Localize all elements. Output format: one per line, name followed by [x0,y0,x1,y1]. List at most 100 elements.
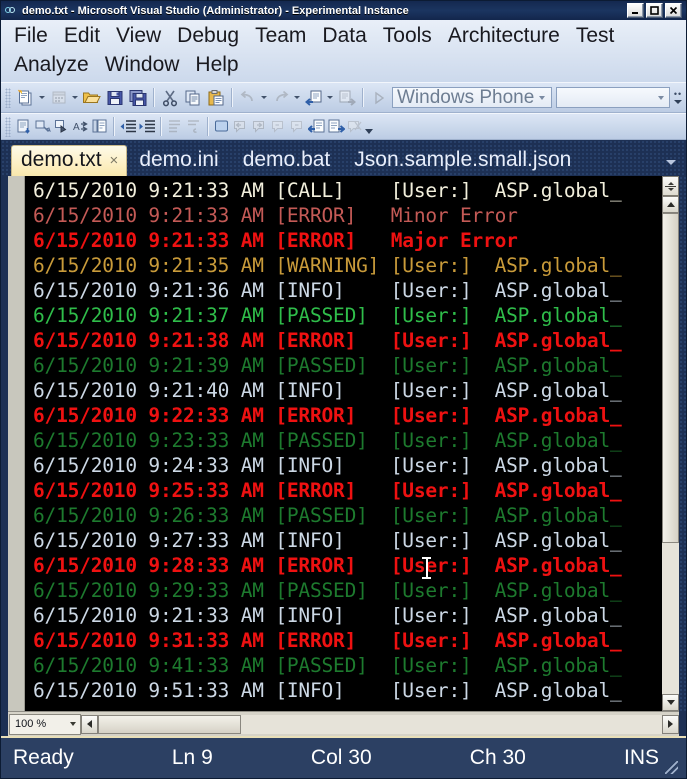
editor-zoom-chevron-down-icon[interactable] [66,722,80,726]
toolbar-grip[interactable] [5,116,11,137]
editor-line[interactable]: 6/15/2010 9:28:33 AM [ERROR] [User:] ASP… [25,553,661,578]
tab-demo-ini[interactable]: demo.ini [127,145,230,176]
editor-indicator-margin[interactable] [8,176,25,711]
copy-icon[interactable] [181,86,204,109]
menu-item-window[interactable]: Window [98,50,187,79]
save-icon[interactable] [103,86,126,109]
editor-line[interactable]: 6/15/2010 9:23:33 AM [PASSED] [User:] AS… [25,428,661,453]
editor-line[interactable]: 6/15/2010 9:21:33 AM [INFO] [User:] ASP.… [25,603,661,628]
editor-line[interactable]: 6/15/2010 9:51:33 AM [INFO] [User:] ASP.… [25,678,661,703]
tab-close-icon[interactable]: × [110,153,119,168]
menu-item-data[interactable]: Data [315,21,373,50]
solution-platform-chevron-down-icon[interactable] [536,89,549,106]
undo-dropdown-arrow-icon[interactable] [259,86,269,109]
editor-line[interactable]: 6/15/2010 9:31:33 AM [ERROR] [User:] ASP… [25,628,661,653]
editor-line[interactable]: 6/15/2010 9:21:33 AM [ERROR] Minor Error [25,203,661,228]
undo-icon[interactable] [236,86,259,109]
solution-configuration-chevron-down-icon[interactable] [654,89,667,106]
editor-line[interactable]: 6/15/2010 9:26:33 AM [PASSED] [User:] AS… [25,503,661,528]
editor-line[interactable]: 6/15/2010 9:21:39 AM [PASSED] [User:] AS… [25,353,661,378]
next-bookmark-in-document-icon[interactable] [326,115,345,138]
menu-item-analyze[interactable]: Analyze [7,50,96,79]
menu-item-help[interactable]: Help [188,50,245,79]
view-whitespace-icon[interactable] [90,115,109,138]
redo-icon[interactable] [269,86,292,109]
scroll-up-arrow-icon[interactable] [662,196,679,213]
previous-bookmark-in-document-icon[interactable] [307,115,326,138]
vertical-scroll-thumb[interactable] [662,213,679,543]
new-project-dropdown-arrow-icon[interactable] [37,86,47,109]
toolbar-grip[interactable] [5,87,11,108]
scroll-right-arrow-icon[interactable] [662,714,679,734]
editor-vertical-scrollbar[interactable] [661,176,679,711]
display-toolbox-icon[interactable] [14,115,33,138]
new-item-dropdown-arrow-icon[interactable] [70,86,80,109]
maximize-button[interactable] [646,3,663,18]
navigate-backward-dropdown-arrow-icon[interactable] [325,86,335,109]
toolbar-overflow-button[interactable]: •• [672,85,684,111]
menu-item-tools[interactable]: Tools [376,21,439,50]
solution-configuration-combo[interactable] [555,87,670,108]
navigate-forward-icon[interactable] [335,86,358,109]
start-debugging-icon[interactable] [367,86,390,109]
minimize-button[interactable] [627,3,644,18]
tab-demo-txt[interactable]: demo.txt × [11,145,128,176]
menu-item-team[interactable]: Team [248,21,313,50]
menu-item-test[interactable]: Test [569,21,622,50]
toggle-bookmark-icon[interactable] [212,115,231,138]
tab-json-sample-small-json[interactable]: Json.sample.small.json [342,145,583,176]
horizontal-scroll-track[interactable] [98,714,662,734]
editor-line[interactable]: 6/15/2010 9:22:33 AM [ERROR] [User:] ASP… [25,403,661,428]
uncomment-selection-icon[interactable] [184,115,203,138]
editor-line[interactable]: 6/15/2010 9:21:35 AM [WARNING] [User:] A… [25,253,661,278]
properties-window-icon[interactable] [33,115,52,138]
object-browser-icon[interactable] [52,115,71,138]
solution-platform-combo[interactable]: Windows Phone 7 [392,87,552,108]
editor-line[interactable]: 6/15/2010 9:21:40 AM [INFO] [User:] ASP.… [25,378,661,403]
editor-zoom-combo[interactable]: 100 % [9,713,81,735]
next-bookmark-folder-icon[interactable] [288,115,307,138]
editor-line[interactable]: 6/15/2010 9:21:38 AM [ERROR] [User:] ASP… [25,328,661,353]
editor-line[interactable]: 6/15/2010 9:24:33 AM [INFO] [User:] ASP.… [25,453,661,478]
editor-split-button[interactable] [662,176,679,196]
navigate-backward-icon[interactable] [302,86,325,109]
editor-line[interactable]: 6/15/2010 9:21:33 AM [ERROR] Major Error [25,228,661,253]
paste-icon[interactable] [204,86,227,109]
editor-text-surface[interactable]: 6/15/2010 9:21:33 AM [CALL] [User:] ASP.… [25,176,661,711]
editor-line[interactable]: 6/15/2010 9:41:33 AM [PASSED] [User:] AS… [25,653,661,678]
editor-line[interactable]: 6/15/2010 9:29:33 AM [PASSED] [User:] AS… [25,578,661,603]
tab-overflow-chevron-icon[interactable] [664,155,678,169]
increase-indent-icon[interactable] [137,115,156,138]
decrease-indent-icon[interactable] [118,115,137,138]
editor-line[interactable]: 6/15/2010 9:25:33 AM [ERROR] [User:] ASP… [25,478,661,503]
new-item-icon[interactable] [47,86,70,109]
save-all-icon[interactable] [126,86,149,109]
menu-item-debug[interactable]: Debug [170,21,246,50]
new-project-icon[interactable] [14,86,37,109]
menu-item-view[interactable]: View [109,21,168,50]
editor-horizontal-scrollbar[interactable] [81,714,679,735]
editor-line[interactable]: 6/15/2010 9:21:36 AM [INFO] [User:] ASP.… [25,278,661,303]
close-button[interactable] [665,3,682,18]
previous-bookmark-icon[interactable] [231,115,250,138]
toggle-word-wrap-icon[interactable]: A [71,115,90,138]
previous-bookmark-folder-icon[interactable] [269,115,288,138]
redo-dropdown-arrow-icon[interactable] [292,86,302,109]
cut-icon[interactable] [158,86,181,109]
menu-item-architecture[interactable]: Architecture [441,21,567,50]
text-editor-toolbar-overflow-chevron-icon[interactable] [364,116,374,138]
editor-line[interactable]: 6/15/2010 9:21:37 AM [PASSED] [User:] AS… [25,303,661,328]
menu-item-file[interactable]: File [7,21,55,50]
clear-all-bookmarks-icon[interactable] [345,115,364,138]
resize-gripper-icon[interactable] [665,761,679,774]
next-bookmark-icon[interactable] [250,115,269,138]
menu-item-edit[interactable]: Edit [57,21,107,50]
horizontal-scroll-thumb[interactable] [98,714,241,734]
open-file-icon[interactable] [80,86,103,109]
vertical-scroll-track[interactable] [662,213,679,694]
comment-selection-icon[interactable] [165,115,184,138]
scroll-down-arrow-icon[interactable] [662,694,679,711]
scroll-left-arrow-icon[interactable] [81,714,98,734]
editor-line[interactable]: 6/15/2010 9:27:33 AM [INFO] [User:] ASP.… [25,528,661,553]
editor-line[interactable]: 6/15/2010 9:21:33 AM [CALL] [User:] ASP.… [25,178,661,203]
